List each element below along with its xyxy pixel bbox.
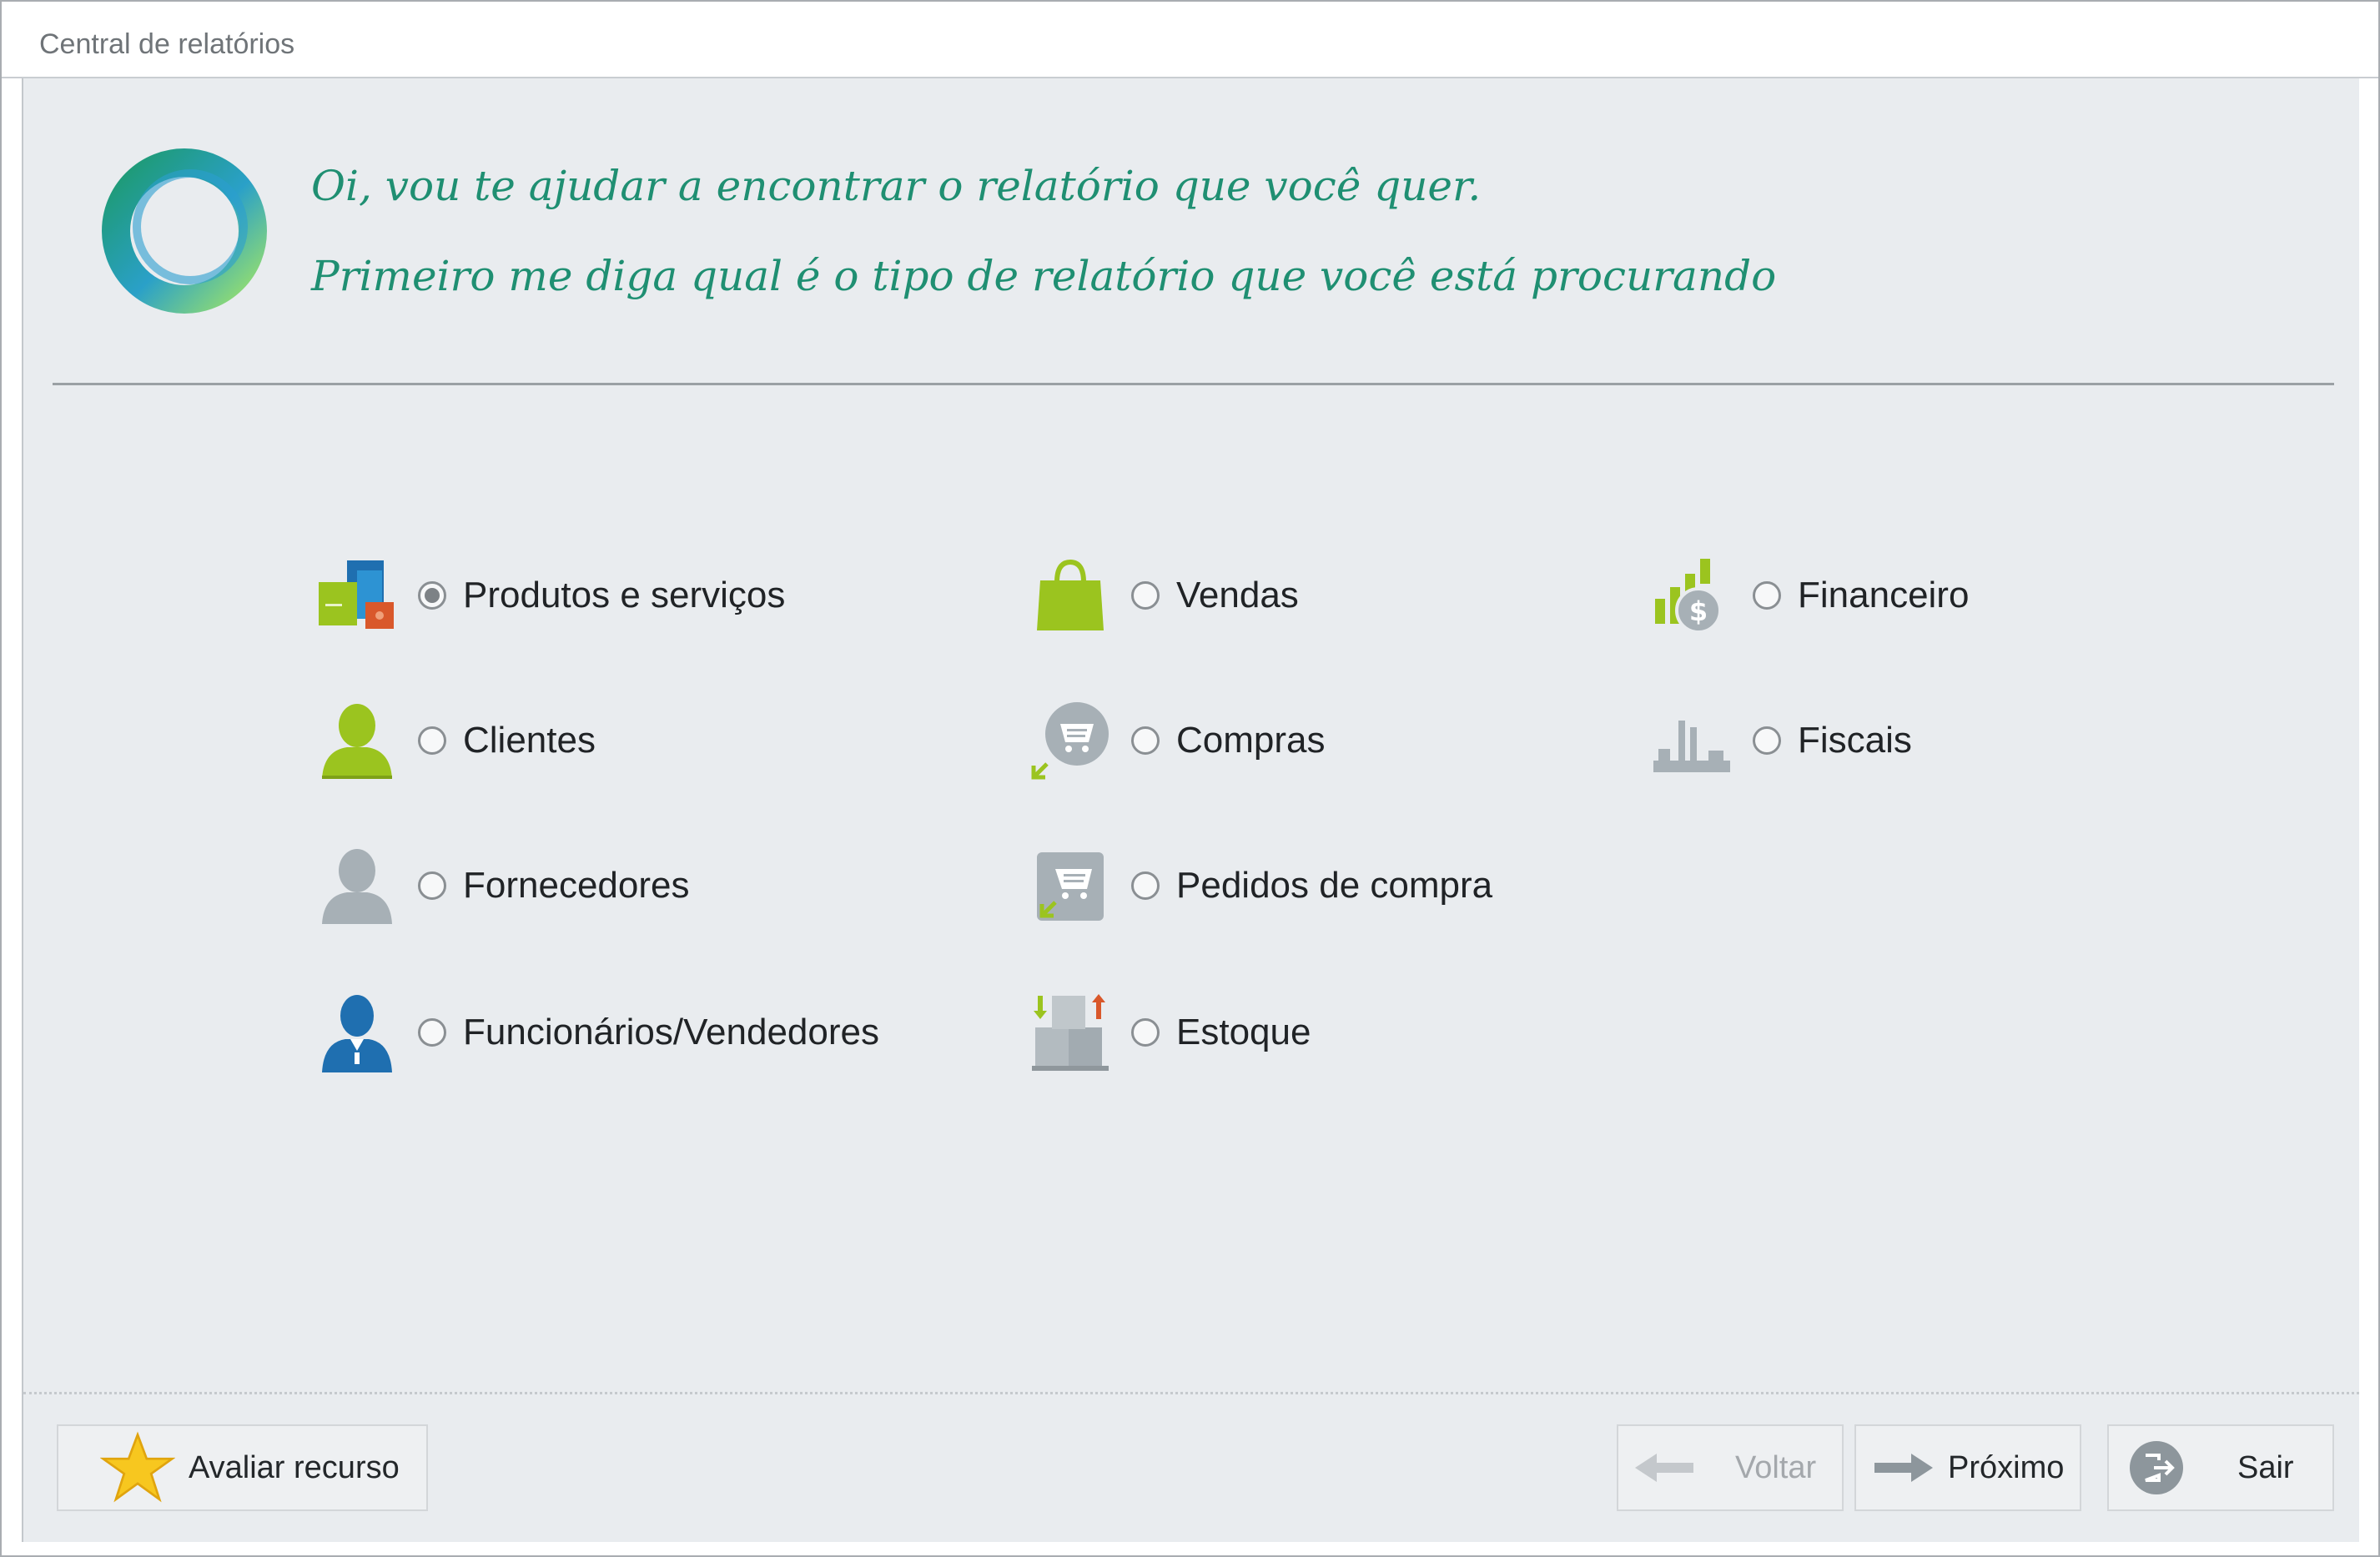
employee-icon	[311, 987, 403, 1078]
produtos-label: Produtos e serviços	[463, 575, 786, 615]
next-button[interactable]: Próximo	[1854, 1424, 2081, 1511]
stock-boxes-icon	[1024, 987, 1116, 1078]
option-pedidos-de-compra[interactable]: Pedidos de compra	[1024, 840, 1492, 932]
svg-text:$: $	[1689, 595, 1708, 627]
arrow-left-icon	[1635, 1454, 1693, 1482]
back-label: Voltar	[1735, 1449, 1817, 1485]
compras-radio[interactable]	[1131, 726, 1160, 755]
next-label: Próximo	[1948, 1449, 2065, 1485]
estoque-radio[interactable]	[1131, 1018, 1160, 1047]
finance-coin-icon: $	[1646, 550, 1738, 641]
rate-feature-label: Avaliar recurso	[189, 1449, 400, 1485]
funcionarios-radio[interactable]	[418, 1018, 446, 1047]
header-divider	[53, 383, 2334, 385]
financeiro-radio[interactable]	[1753, 581, 1781, 610]
option-vendas[interactable]: Vendas	[1024, 550, 1299, 641]
assistant-message-line1: Oi, vou te ajudar a encontrar o relatóri…	[311, 162, 1482, 210]
vendas-label: Vendas	[1176, 575, 1299, 615]
estoque-label: Estoque	[1176, 1012, 1311, 1052]
option-clientes[interactable]: Clientes	[311, 695, 596, 786]
cart-circle-icon	[1024, 695, 1116, 786]
exit-button[interactable]: Sair	[2107, 1424, 2334, 1511]
rate-feature-button[interactable]: Avaliar recurso	[57, 1424, 428, 1511]
shopping-bag-icon	[1024, 550, 1116, 641]
clientes-radio[interactable]	[418, 726, 446, 755]
exit-door-icon	[2130, 1441, 2183, 1494]
fornecedores-label: Fornecedores	[463, 865, 690, 906]
funcionarios-label: Funcionários/Vendedores	[463, 1012, 879, 1052]
assistant-message-line2: Primeiro me diga qual é o tipo de relató…	[311, 252, 1777, 300]
pedidos-label: Pedidos de compra	[1176, 865, 1493, 906]
compras-label: Compras	[1176, 720, 1326, 761]
supplier-person-icon	[311, 840, 403, 932]
tax-bars-icon	[1646, 695, 1738, 786]
financeiro-label: Financeiro	[1798, 575, 1970, 615]
arrow-right-icon	[1874, 1454, 1933, 1482]
assistant-ring-icon	[102, 148, 267, 314]
products-icon	[311, 550, 403, 641]
wizard-content: Oi, vou te ajudar a encontrar o relatóri…	[22, 78, 2359, 1542]
fiscais-label: Fiscais	[1798, 720, 1912, 761]
pedidos-radio[interactable]	[1131, 871, 1160, 900]
clientes-label: Clientes	[463, 720, 596, 761]
option-funcionarios-vendedores[interactable]: Funcionários/Vendedores	[311, 987, 879, 1078]
report-center-window: Central de relatórios Oi, vou te ajudar …	[0, 0, 2380, 1557]
option-produtos-servicos[interactable]: Produtos e serviços	[311, 550, 785, 641]
option-fornecedores[interactable]: Fornecedores	[311, 840, 689, 932]
fiscais-radio[interactable]	[1753, 726, 1781, 755]
option-compras[interactable]: Compras	[1024, 695, 1326, 786]
back-button[interactable]: Voltar	[1617, 1424, 1844, 1511]
option-estoque[interactable]: Estoque	[1024, 987, 1311, 1078]
star-icon	[100, 1431, 175, 1503]
option-financeiro[interactable]: $ Financeiro	[1646, 550, 1969, 641]
exit-label: Sair	[2237, 1449, 2294, 1485]
footer-divider	[23, 1392, 2359, 1394]
vendas-radio[interactable]	[1131, 581, 1160, 610]
produtos-radio[interactable]	[418, 581, 446, 610]
client-person-icon	[311, 695, 403, 786]
window-title: Central de relatórios	[39, 28, 295, 60]
title-bar: Central de relatórios	[2, 2, 2378, 78]
fornecedores-radio[interactable]	[418, 871, 446, 900]
option-fiscais[interactable]: Fiscais	[1646, 695, 1912, 786]
cart-order-icon	[1024, 840, 1116, 932]
